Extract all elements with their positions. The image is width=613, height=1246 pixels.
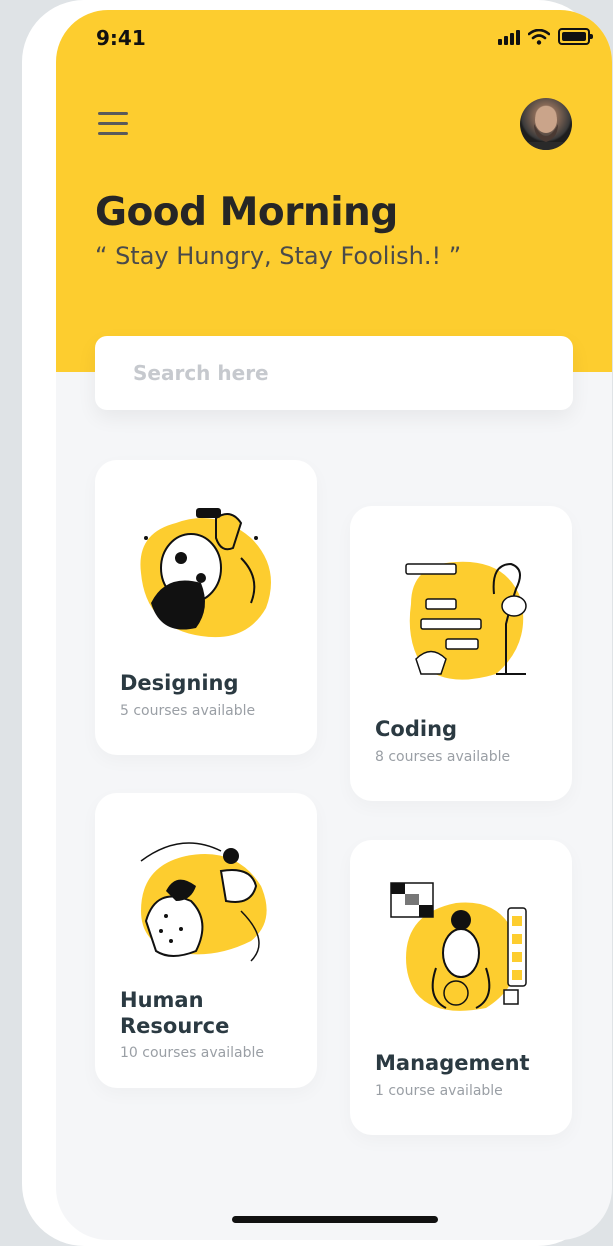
app-screen: 9:41 Good Morning “ Stay Hungry, Stay Fo… xyxy=(56,10,612,1240)
course-title: Designing xyxy=(120,671,239,695)
search-bar[interactable] xyxy=(95,336,573,410)
home-indicator xyxy=(232,1216,438,1223)
designing-illustration xyxy=(140,508,271,638)
status-time: 9:41 xyxy=(96,26,146,50)
course-title: Human Resource xyxy=(120,988,230,1038)
phone-frame: 9:41 Good Morning “ Stay Hungry, Stay Fo… xyxy=(22,0,612,1246)
greeting-quote: “ Stay Hungry, Stay Foolish.! ” xyxy=(95,242,462,270)
hamburger-menu-icon[interactable] xyxy=(98,112,128,136)
signal-icon xyxy=(498,29,520,45)
course-card-management[interactable]: Management 1 course available xyxy=(350,840,572,1135)
status-icons xyxy=(498,28,593,45)
human-resource-illustration xyxy=(140,842,267,962)
header: 9:41 Good Morning “ Stay Hungry, Stay Fo… xyxy=(56,10,612,372)
coding-illustration xyxy=(405,561,527,680)
course-count: 8 courses available xyxy=(375,749,511,765)
course-count: 10 courses available xyxy=(120,1045,264,1061)
management-illustration xyxy=(390,882,527,1011)
course-card-coding[interactable]: Coding 8 courses available xyxy=(350,506,572,801)
avatar[interactable] xyxy=(520,98,572,150)
course-count: 1 course available xyxy=(375,1083,503,1099)
battery-icon xyxy=(558,28,593,45)
course-title: Management xyxy=(375,1051,530,1075)
course-count: 5 courses available xyxy=(120,703,256,719)
search-input[interactable] xyxy=(131,352,535,394)
wifi-icon xyxy=(528,29,550,45)
greeting-title: Good Morning xyxy=(95,190,398,235)
course-title: Coding xyxy=(375,717,458,741)
course-card-designing[interactable]: Designing 5 courses available xyxy=(95,460,317,755)
course-card-human-resource[interactable]: Human Resource 10 courses available xyxy=(95,793,317,1088)
